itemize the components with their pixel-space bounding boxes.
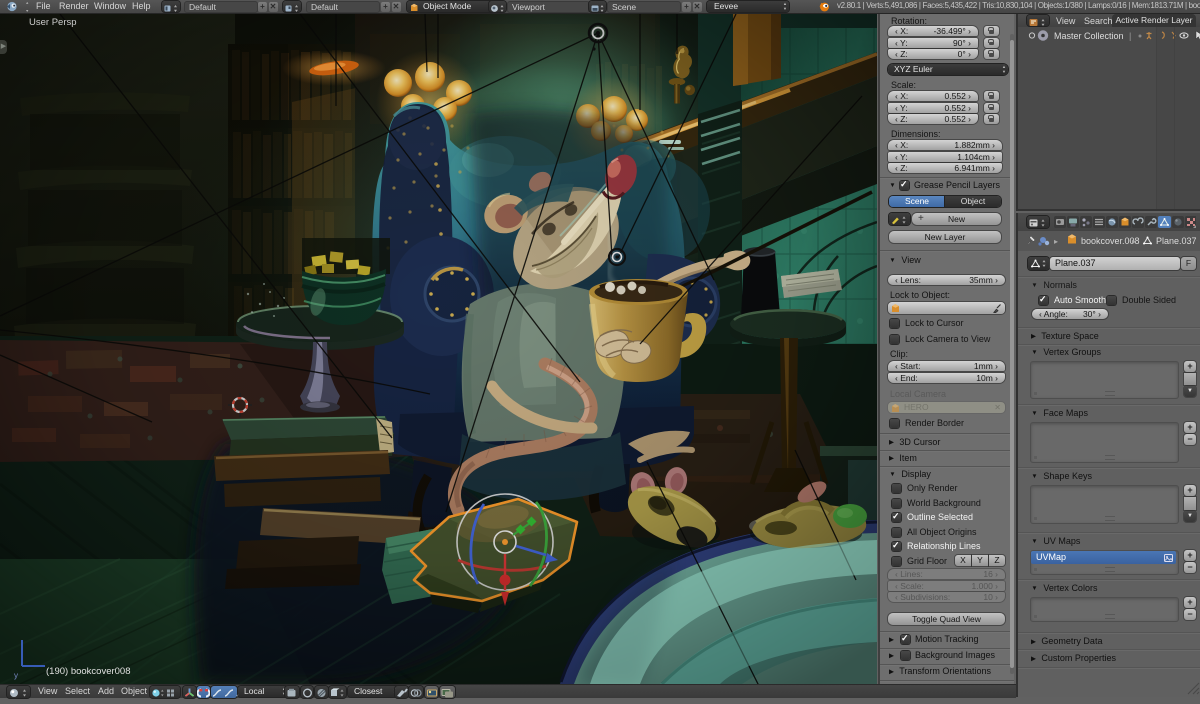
svg-text:bookcover.008: bookcover.008 xyxy=(1081,236,1140,246)
svg-text:|: | xyxy=(1129,31,1131,41)
svg-text:y: y xyxy=(14,671,18,680)
svg-text:Plane.037: Plane.037 xyxy=(1156,236,1196,246)
svg-text:▸: ▸ xyxy=(1054,237,1058,246)
svg-text:Master Collection: Master Collection xyxy=(1054,31,1124,41)
svg-text:▸: ▸ xyxy=(1132,237,1136,246)
